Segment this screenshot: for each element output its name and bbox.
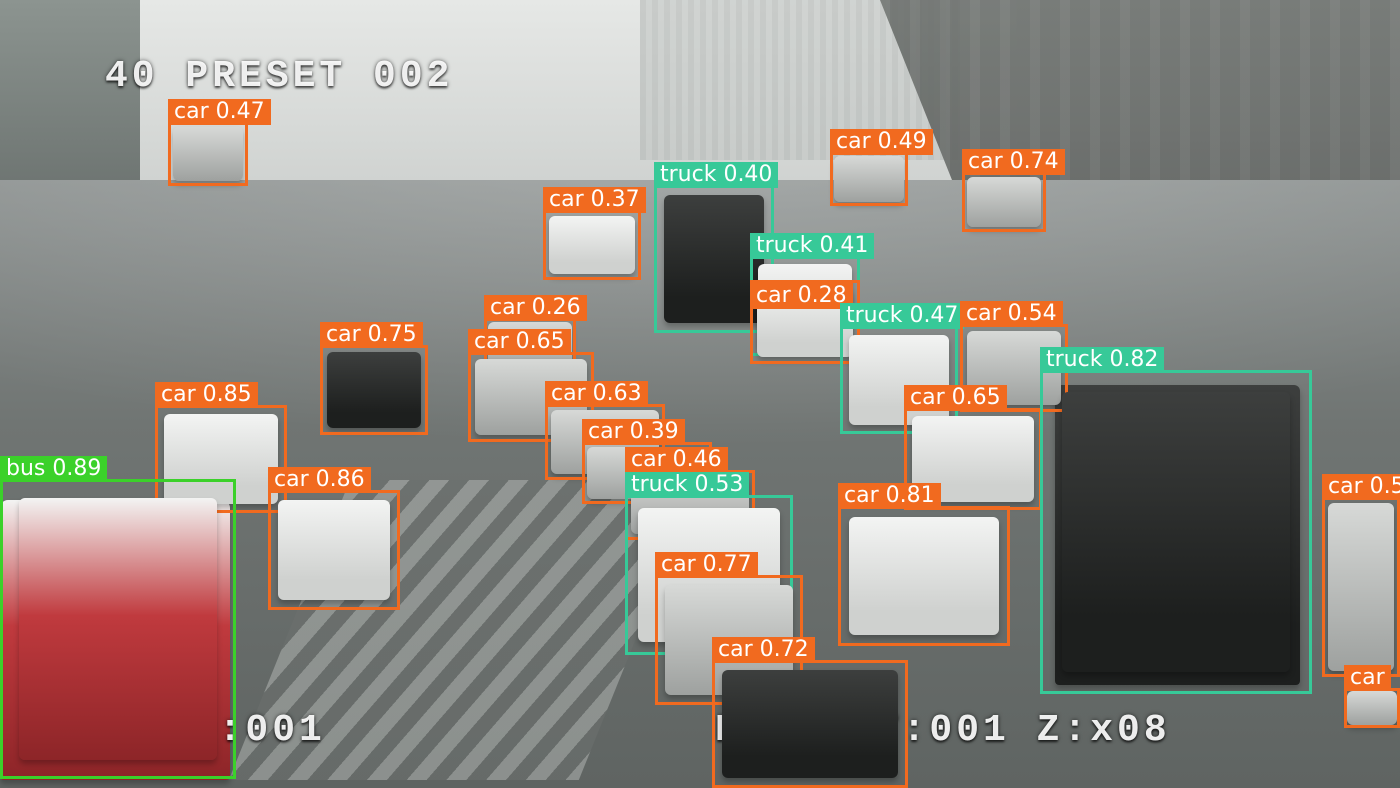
detection-car-3: car 0.86 bbox=[268, 490, 400, 610]
detection-label: car 0.49 bbox=[830, 129, 933, 155]
detection-car-0: car 0.47 bbox=[168, 122, 248, 186]
detection-scene: 40 PRESET 002 ID:001 P:276 T:001 Z:x08 c… bbox=[0, 0, 1400, 788]
detection-label: car 0.46 bbox=[625, 447, 728, 473]
detection-car-4: car 0.37 bbox=[543, 210, 641, 280]
detection-label: car 0.26 bbox=[484, 295, 587, 321]
detection-car-23: car 0.52 bbox=[1322, 497, 1400, 677]
detection-label: car bbox=[1344, 665, 1391, 691]
detection-car-21: car 0.49 bbox=[830, 152, 908, 206]
detection-label: car 0.72 bbox=[712, 637, 815, 663]
detection-label: car 0.85 bbox=[155, 382, 258, 408]
detection-label: car 0.86 bbox=[268, 467, 371, 493]
detection-car-12: car 0.72 bbox=[712, 660, 908, 788]
detection-car-19: car 0.81 bbox=[838, 506, 1010, 646]
detection-label: car 0.81 bbox=[838, 483, 941, 509]
detection-label: car 0.28 bbox=[750, 283, 853, 309]
detection-label: car 0.37 bbox=[543, 187, 646, 213]
detection-label: bus 0.89 bbox=[0, 456, 107, 482]
detection-label: car 0.77 bbox=[655, 552, 758, 578]
detection-label: car 0.54 bbox=[960, 301, 1063, 327]
detection-label: truck 0.40 bbox=[654, 162, 778, 188]
detection-label: truck 0.41 bbox=[750, 233, 874, 259]
detection-label: car 0.63 bbox=[545, 381, 648, 407]
detection-car-22: car 0.74 bbox=[962, 172, 1046, 232]
detection-label: car 0.47 bbox=[168, 99, 271, 125]
detection-label: car 0.65 bbox=[468, 329, 571, 355]
detection-label: car 0.75 bbox=[320, 322, 423, 348]
detection-label: truck 0.82 bbox=[1040, 347, 1164, 373]
detection-car-24: car bbox=[1344, 688, 1400, 728]
detection-label: car 0.39 bbox=[582, 419, 685, 445]
detection-label: car 0.52 bbox=[1322, 474, 1400, 500]
detection-label: truck 0.53 bbox=[625, 472, 749, 498]
detection-label: car 0.74 bbox=[962, 149, 1065, 175]
detection-label: truck 0.47 bbox=[840, 303, 964, 329]
detection-label: car 0.65 bbox=[904, 385, 1007, 411]
camera-osd-preset: 40 PRESET 002 bbox=[105, 55, 453, 98]
detection-car-1: car 0.75 bbox=[320, 345, 428, 435]
detection-truck-20: truck 0.82 bbox=[1040, 370, 1312, 694]
detection-bus-25: bus 0.89 bbox=[0, 479, 236, 779]
